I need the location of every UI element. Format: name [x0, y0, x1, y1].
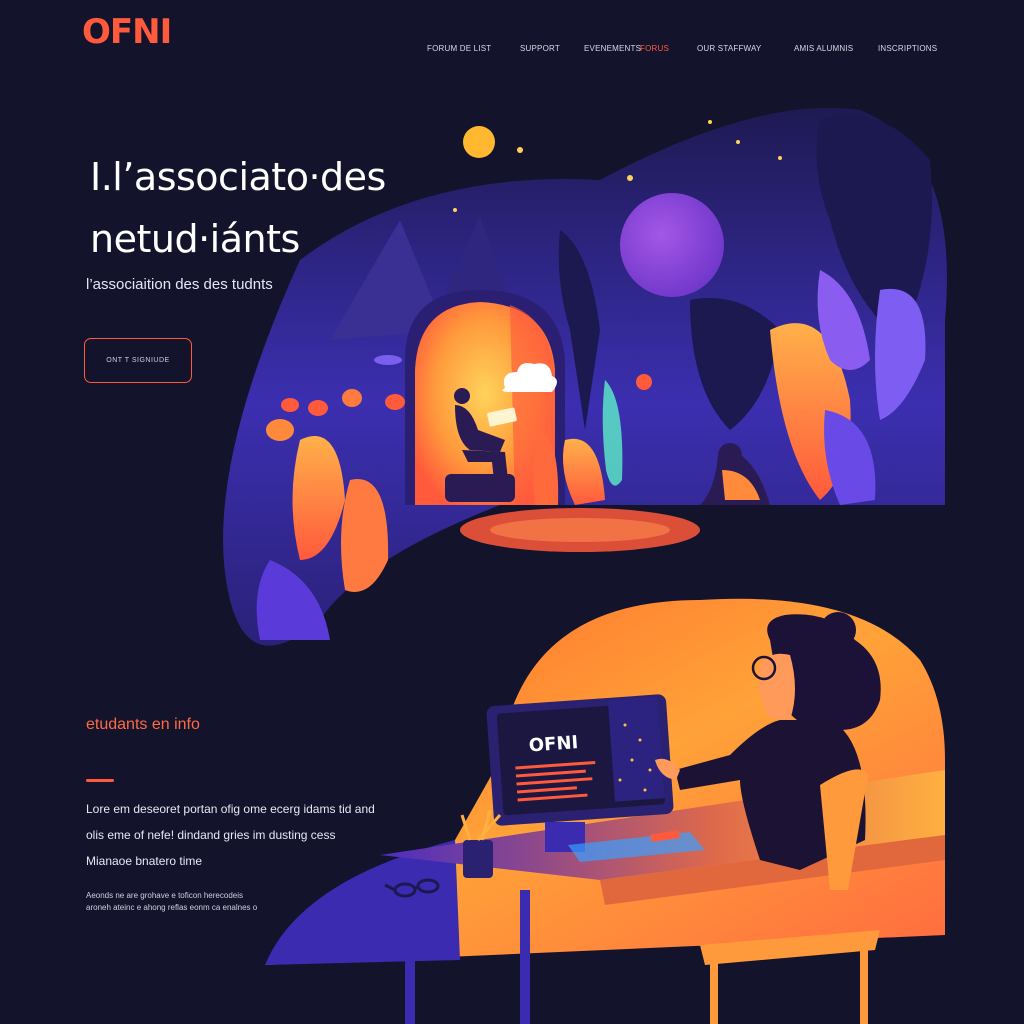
- section-label: etudants en info: [86, 716, 200, 733]
- screen-logo: OFNI: [528, 732, 579, 756]
- hero-title-line-1: I.l’associato·des: [90, 155, 386, 199]
- section-divider: [86, 779, 114, 782]
- fine-print-line: Aeonds ne are grohave e toficon herecode…: [86, 891, 243, 900]
- sun-icon: [463, 126, 495, 158]
- moon-icon: [620, 193, 724, 297]
- hero-subtitle: l’associaition des des tudnts: [86, 276, 273, 293]
- info-line: olis eme of nefe! dindand gries im dusti…: [86, 828, 336, 842]
- hero-title-line-2: netud·iánts: [90, 217, 300, 261]
- fine-print: Aeonds ne are grohave e toficon herecode…: [86, 890, 326, 914]
- fine-print-line: aroneh ateinc e ahong reflas eonm ca ena…: [86, 903, 258, 912]
- info-paragraph: Lore em deseoret portan ofig ome ecerg i…: [86, 796, 396, 874]
- info-line: Mianaoe bnatero time: [86, 854, 203, 868]
- cta-button[interactable]: ONT T SIGNIUDE: [84, 338, 192, 383]
- info-line: Lore em deseoret portan ofig ome ecerg i…: [86, 802, 375, 816]
- hero-title: I.l’associato·des netud·iánts: [90, 146, 386, 270]
- pencil-cup: [463, 840, 493, 878]
